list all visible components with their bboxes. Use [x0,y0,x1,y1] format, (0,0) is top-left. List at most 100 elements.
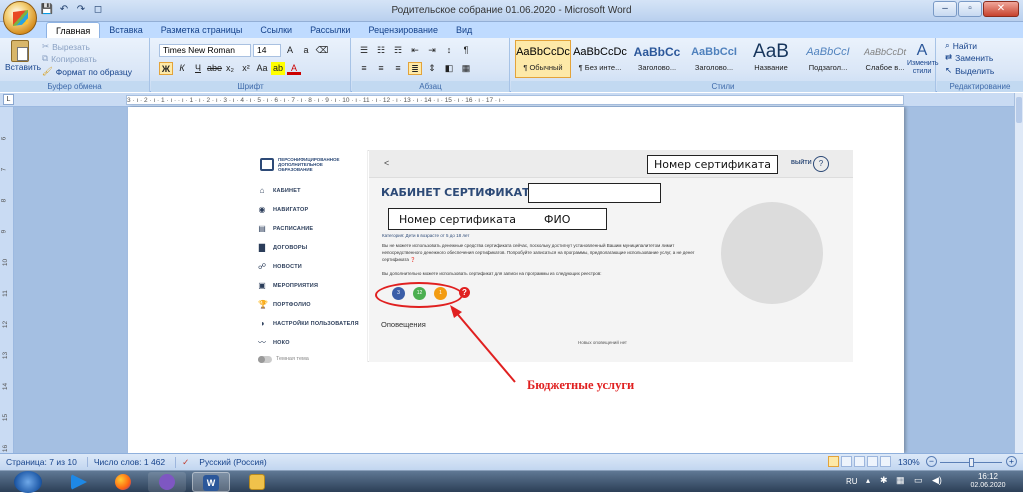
network-icon[interactable]: ▦ [896,475,905,486]
registry-badge-paid[interactable]: 12 [413,287,426,300]
justify-icon[interactable]: ≣ [408,62,422,75]
nav-item-contracts[interactable]: ▇ ДОГОВОРЫ [258,243,359,253]
font-size-select[interactable]: 14 [253,44,281,57]
taskbar-firefox[interactable] [104,472,142,492]
borders-icon[interactable]: ▦ [459,62,473,75]
registry-badge-budget[interactable]: 3 [392,287,405,300]
tab-view[interactable]: Вид [447,22,481,38]
redo-icon[interactable]: ↷ [74,3,88,17]
change-case-button[interactable]: Aa [255,62,269,75]
bluetooth-icon[interactable]: ✱ [880,475,888,486]
font-name-select[interactable]: Times New Roman [159,44,251,57]
tab-home[interactable]: Главная [46,21,101,39]
style-normal[interactable]: AaBbCcDc ¶ Обычный [515,40,571,78]
clear-format-icon[interactable]: ⌫ [315,44,329,57]
taskbar-explorer[interactable] [238,472,276,492]
tab-references[interactable]: Ссылки [251,22,301,38]
align-right-icon[interactable]: ≡ [391,62,405,75]
find-button[interactable]: ⌕ Найти [945,40,977,51]
align-center-icon[interactable]: ≡ [374,62,388,75]
maximize-button[interactable]: ▫ [958,1,982,17]
minimize-button[interactable]: – [933,1,957,17]
strikethrough-button[interactable]: abe [207,62,222,75]
multilevel-list-icon[interactable]: ☶ [391,44,405,57]
volume-icon[interactable]: ◀) [932,475,942,486]
align-left-icon[interactable]: ≡ [357,62,371,75]
decrease-indent-icon[interactable]: ⇤ [408,44,422,57]
nav-item-schedule[interactable]: ▤ РАСПИСАНИЕ [258,224,359,234]
style-heading-1[interactable]: AaBbCc Заголово... [629,40,685,78]
select-button[interactable]: ↖ Выделить [945,65,994,76]
taskbar-viber[interactable] [148,472,186,492]
zoom-slider-thumb[interactable] [969,458,974,467]
spellcheck-icon[interactable]: ✓ [175,456,189,468]
logout-link[interactable]: ВЫЙТИ [791,160,812,166]
copy-button[interactable]: ⧉ Копировать [42,53,97,64]
question-icon[interactable]: ? [459,287,470,298]
zoom-level[interactable]: 130% [898,457,920,467]
taskbar-word[interactable]: W [192,472,230,492]
back-button[interactable]: < [384,158,389,168]
line-spacing-icon[interactable]: ⇕ [425,62,439,75]
numbering-icon[interactable]: ☷ [374,44,388,57]
scrollbar-thumb[interactable] [1016,97,1022,123]
shading-icon[interactable]: ◧ [442,62,456,75]
qat-custom-icon[interactable]: ◻ [91,3,105,17]
taskbar-media-player[interactable] [60,472,98,492]
superscript-button[interactable]: x² [239,62,253,75]
office-button[interactable] [3,1,37,35]
toggle-switch[interactable] [258,355,272,363]
draft-button[interactable] [880,456,891,467]
nav-item-noko[interactable]: 〰 НОКО [258,338,359,348]
grow-font-icon[interactable]: A [283,44,297,57]
tab-review[interactable]: Рецензирование [359,22,447,38]
nav-item-settings[interactable]: ◑ НАСТРОЙКИ ПОЛЬЗОВАТЕЛЯ [258,319,359,329]
tab-page-layout[interactable]: Разметка страницы [152,22,252,38]
outline-button[interactable] [867,456,878,467]
font-color-button[interactable]: A [287,62,301,75]
nav-item-portfolio[interactable]: 🏆 ПОРТФОЛИО [258,300,359,310]
start-button[interactable] [14,471,42,493]
close-button[interactable]: ✕ [983,1,1019,17]
zoom-out-button[interactable]: − [926,456,937,467]
style-heading-2[interactable]: AaBbCcI Заголово... [686,40,742,78]
tab-selector-button[interactable]: L [3,94,14,105]
input-language[interactable]: RU [846,477,858,486]
italic-button[interactable]: К [175,62,189,75]
style-subtle-emphasis[interactable]: AaBbCcDt Слабое в... [857,40,913,78]
print-layout-button[interactable] [828,456,839,467]
full-screen-reading-button[interactable] [841,456,852,467]
bold-button[interactable]: Ж [159,62,173,75]
paste-button[interactable]: Вставить [5,40,41,72]
nav-item-cabinet[interactable]: ⌂ КАБИНЕТ [258,186,359,196]
battery-icon[interactable]: ▭ [914,475,923,486]
nav-item-news[interactable]: ☍ НОВОСТИ [258,262,359,272]
sort-icon[interactable]: ↕ [442,44,456,57]
show-marks-icon[interactable]: ¶ [459,44,473,57]
style-title[interactable]: AaB Название [743,40,799,78]
change-styles-button[interactable]: A Изменить стили [907,42,939,76]
page-indicator[interactable]: Страница: 7 из 10 [6,457,77,467]
increase-indent-icon[interactable]: ⇥ [425,44,439,57]
style-subtitle[interactable]: AaBbCcI Подзагол... [800,40,856,78]
format-painter-button[interactable]: 🖌 Формат по образцу [42,66,132,77]
shrink-font-icon[interactable]: a [299,44,313,57]
replace-button[interactable]: ⇄ Заменить [945,52,993,63]
help-icon[interactable]: ? [813,156,829,172]
nav-item-events[interactable]: ▣ МЕРОПРИЯТИЯ [258,281,359,291]
web-layout-button[interactable] [854,456,865,467]
nav-item-navigator[interactable]: ◉ НАВИГАТОР [258,205,359,215]
registry-badge-cert[interactable]: 1 [434,287,447,300]
vertical-scrollbar[interactable] [1014,93,1023,453]
zoom-in-button[interactable]: + [1006,456,1017,467]
tray-arrow-icon[interactable]: ▴ [866,476,870,485]
underline-button[interactable]: Ч [191,62,205,75]
tab-insert[interactable]: Вставка [100,22,151,38]
undo-icon[interactable]: ↶ [57,3,71,17]
word-count[interactable]: Число слов: 1 462 [86,457,165,467]
ruler-scale[interactable]: 3 · ı · 2 · ı · 1 · ı · · ı · 1 · ı · 2 … [126,95,904,105]
style-no-spacing[interactable]: AaBbCcDc ¶ Без инте... [572,40,628,78]
subscript-button[interactable]: x₂ [223,62,237,75]
highlight-button[interactable]: ab [271,62,285,75]
clock[interactable]: 16:12 02.06.2020 [958,472,1018,490]
